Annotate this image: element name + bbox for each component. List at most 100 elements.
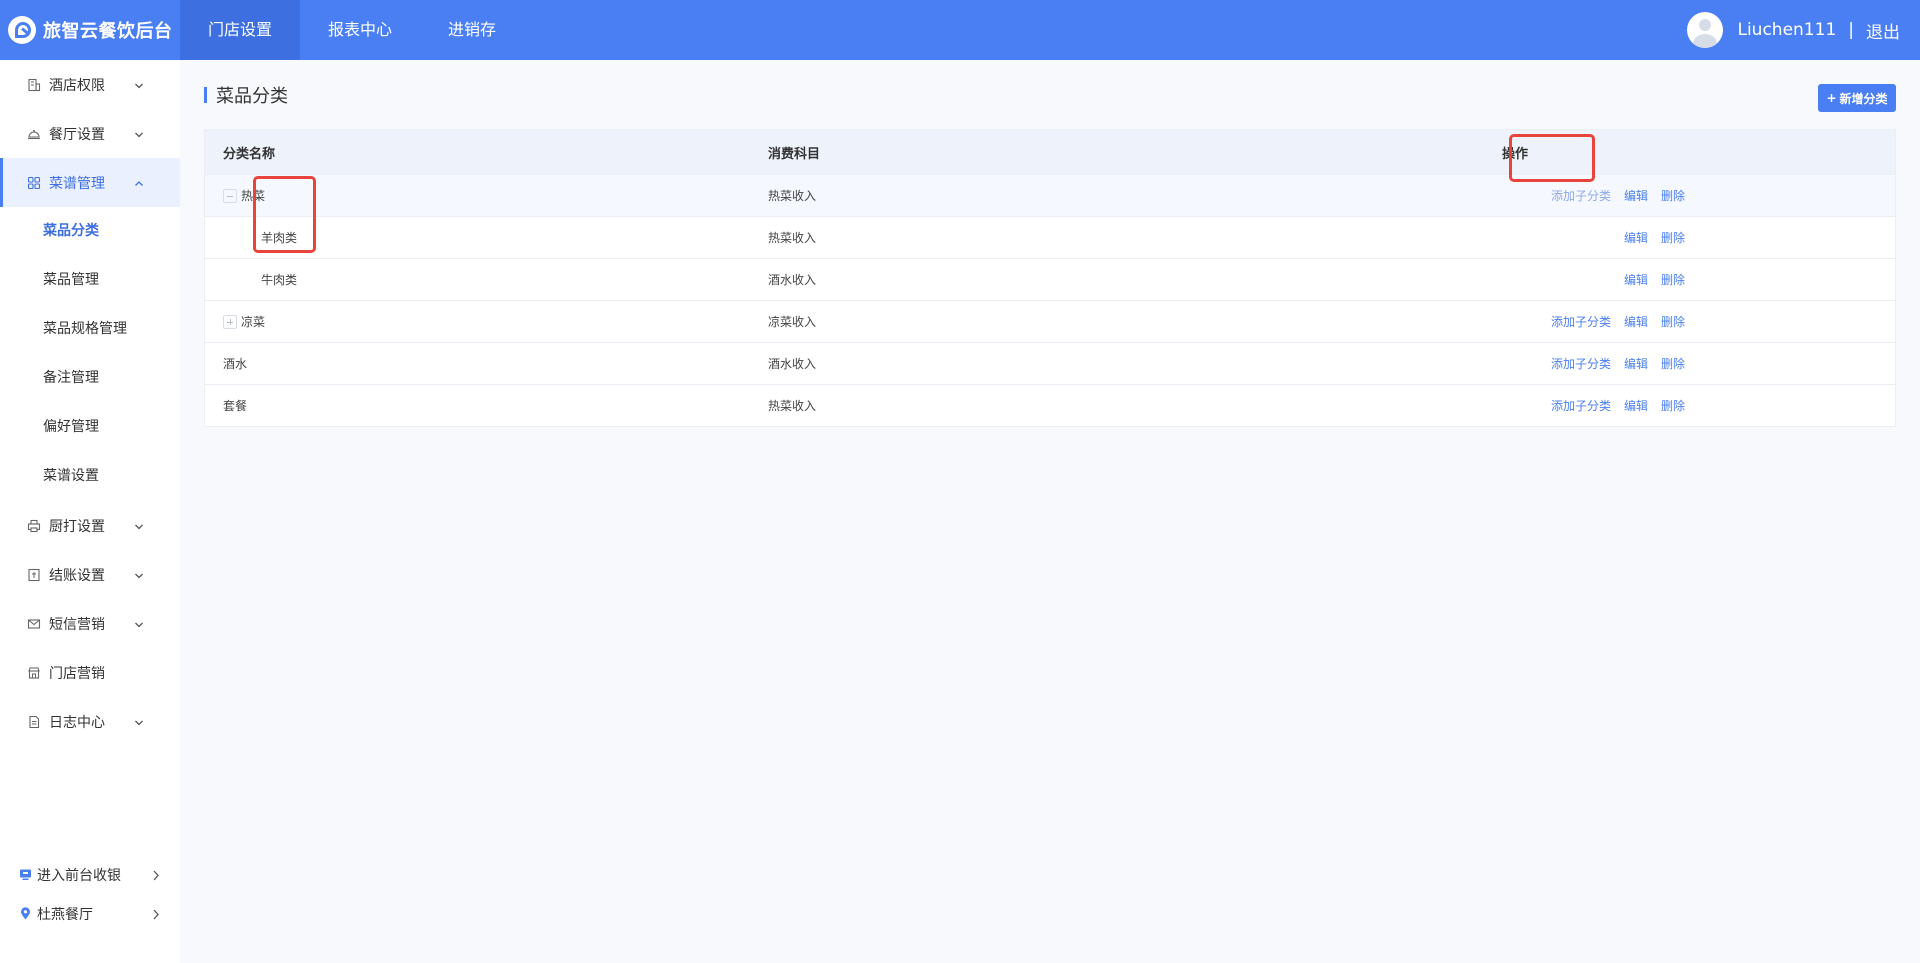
sidebar-item-log[interactable]: 日志中心 (0, 697, 180, 746)
chevron-right-icon (152, 869, 160, 881)
category-name: 热菜 (241, 189, 266, 203)
page-title: 菜品分类 (216, 86, 288, 107)
chevron-up-icon (134, 177, 144, 187)
sidebar-item-label: 门店营销 (49, 665, 105, 682)
sidebar-item-label: 厨打设置 (49, 518, 105, 535)
edit-link[interactable]: 编辑 (1624, 355, 1648, 372)
table-row: 套餐 热菜收入 添加子分类 编辑 删除 (205, 384, 1895, 426)
sidebar-item-checkout[interactable]: 结账设置 (0, 550, 180, 599)
username: Liuchen111 (1737, 20, 1837, 40)
submenu-item[interactable]: 偏好管理 (0, 403, 180, 452)
sidebar: 酒店权限 餐厅设置 菜谱管理 菜品分类 菜品管理 菜品规格管理 备注管理 偏好管理 菜谱设置 … (0, 60, 180, 963)
brand[interactable]: 旅智云餐饮后台 (0, 0, 180, 60)
page-header: 菜品分类 (204, 82, 288, 108)
row-actions: 添加子分类 编辑 删除 (1505, 313, 1685, 330)
chevron-down-icon (134, 79, 144, 89)
delete-link[interactable]: 删除 (1661, 229, 1685, 246)
chevron-down-icon (134, 569, 144, 579)
collapse-icon[interactable] (223, 188, 237, 203)
delete-link[interactable]: 删除 (1661, 355, 1685, 372)
row-actions: 编辑 删除 (1505, 229, 1685, 246)
header-actions: 操作 (1502, 146, 1529, 162)
cell-name: 热菜 (205, 187, 768, 204)
chevron-down-icon (134, 618, 144, 628)
cashier-icon (19, 868, 32, 881)
sidebar-item-label: 菜谱管理 (49, 175, 105, 192)
restaurant-switch-link[interactable]: 杜燕餐厅 (0, 894, 180, 933)
chevron-right-icon (152, 908, 160, 920)
header-subject: 消费科目 (768, 146, 821, 162)
cell-subject: 热菜收入 (768, 231, 817, 245)
cell-name: 套餐 (205, 397, 768, 414)
expand-icon[interactable] (223, 314, 237, 329)
add-category-button[interactable]: + 新增分类 (1818, 84, 1896, 112)
add-category-label: 新增分类 (1839, 91, 1888, 106)
cell-actions: 添加子分类 编辑 删除 (1502, 355, 1895, 372)
submenu-item[interactable]: 菜品管理 (0, 256, 180, 305)
main-content: 菜品分类 + 新增分类 分类名称 消费科目 操作 热菜 热菜收入 添加子分类 编辑 删除… (180, 60, 1920, 963)
link-label: 杜燕餐厅 (37, 906, 93, 923)
add-subcategory-link[interactable]: 添加子分类 (1551, 187, 1611, 204)
sidebar-item-printer[interactable]: 厨打设置 (0, 501, 180, 550)
top-nav: 门店设置 报表中心 进销存 (180, 0, 524, 60)
table-row: 牛肉类 酒水收入 编辑 删除 (205, 258, 1895, 300)
logout-link[interactable]: 退出 (1866, 18, 1900, 43)
printer-icon (27, 519, 41, 533)
mail-icon (27, 617, 41, 631)
sidebar-item-grid[interactable]: 菜谱管理 (0, 158, 180, 207)
enter-cashier-link[interactable]: 进入前台收银 (0, 855, 180, 894)
header-name: 分类名称 (223, 146, 276, 162)
submenu-item[interactable]: 菜谱设置 (0, 452, 180, 501)
delete-link[interactable]: 删除 (1661, 187, 1685, 204)
nav-inventory[interactable]: 进销存 (420, 0, 524, 60)
nav-report-center[interactable]: 报表中心 (300, 0, 420, 60)
category-name: 牛肉类 (261, 273, 298, 287)
category-name: 酒水 (223, 357, 248, 371)
top-bar: 旅智云餐饮后台 门店设置 报表中心 进销存 Liuchen111 | 退出 (0, 0, 1920, 60)
sidebar-item-label: 餐厅设置 (49, 126, 105, 143)
store-icon (27, 666, 41, 680)
cell-name: 凉菜 (205, 313, 768, 330)
title-accent-bar (204, 87, 207, 103)
location-pin-icon (19, 907, 32, 920)
add-subcategory-link[interactable]: 添加子分类 (1551, 397, 1611, 414)
edit-link[interactable]: 编辑 (1624, 397, 1648, 414)
avatar[interactable] (1687, 12, 1724, 48)
row-actions: 编辑 删除 (1505, 271, 1685, 288)
cell-subject: 热菜收入 (768, 189, 817, 203)
link-label: 进入前台收银 (37, 867, 121, 884)
row-actions: 添加子分类 编辑 删除 (1505, 397, 1685, 414)
submenu-item[interactable]: 备注管理 (0, 354, 180, 403)
cloche-icon (27, 127, 41, 141)
submenu-item[interactable]: 菜品规格管理 (0, 305, 180, 354)
delete-link[interactable]: 删除 (1661, 313, 1685, 330)
cell-subject: 酒水收入 (768, 273, 817, 287)
cell-name: 羊肉类 (205, 229, 768, 246)
delete-link[interactable]: 删除 (1661, 271, 1685, 288)
edit-link[interactable]: 编辑 (1624, 229, 1648, 246)
sidebar-item-store[interactable]: 门店营销 (0, 648, 180, 697)
user-separator: | (1848, 20, 1854, 40)
add-subcategory-link[interactable]: 添加子分类 (1551, 355, 1611, 372)
edit-link[interactable]: 编辑 (1624, 313, 1648, 330)
hotel-icon (27, 78, 41, 92)
cell-subject: 热菜收入 (768, 399, 817, 413)
chevron-down-icon (134, 520, 144, 530)
plus-icon: + (1826, 91, 1837, 105)
edit-link[interactable]: 编辑 (1624, 187, 1648, 204)
edit-link[interactable]: 编辑 (1624, 271, 1648, 288)
sidebar-item-mail[interactable]: 短信营销 (0, 599, 180, 648)
sidebar-item-hotel[interactable]: 酒店权限 (0, 60, 180, 109)
cell-actions: 添加子分类 编辑 删除 (1502, 313, 1895, 330)
submenu-item[interactable]: 菜品分类 (0, 207, 180, 256)
cell-name: 酒水 (205, 355, 768, 372)
cell-name: 牛肉类 (205, 271, 768, 288)
row-actions: 添加子分类 编辑 删除 (1505, 187, 1685, 204)
sidebar-bottom-links: 进入前台收银 杜燕餐厅 (0, 855, 180, 933)
category-name: 羊肉类 (261, 231, 298, 245)
nav-store-settings[interactable]: 门店设置 (180, 0, 301, 60)
delete-link[interactable]: 删除 (1661, 397, 1685, 414)
sidebar-item-label: 短信营销 (49, 616, 105, 633)
add-subcategory-link[interactable]: 添加子分类 (1551, 313, 1611, 330)
sidebar-item-cloche[interactable]: 餐厅设置 (0, 109, 180, 158)
